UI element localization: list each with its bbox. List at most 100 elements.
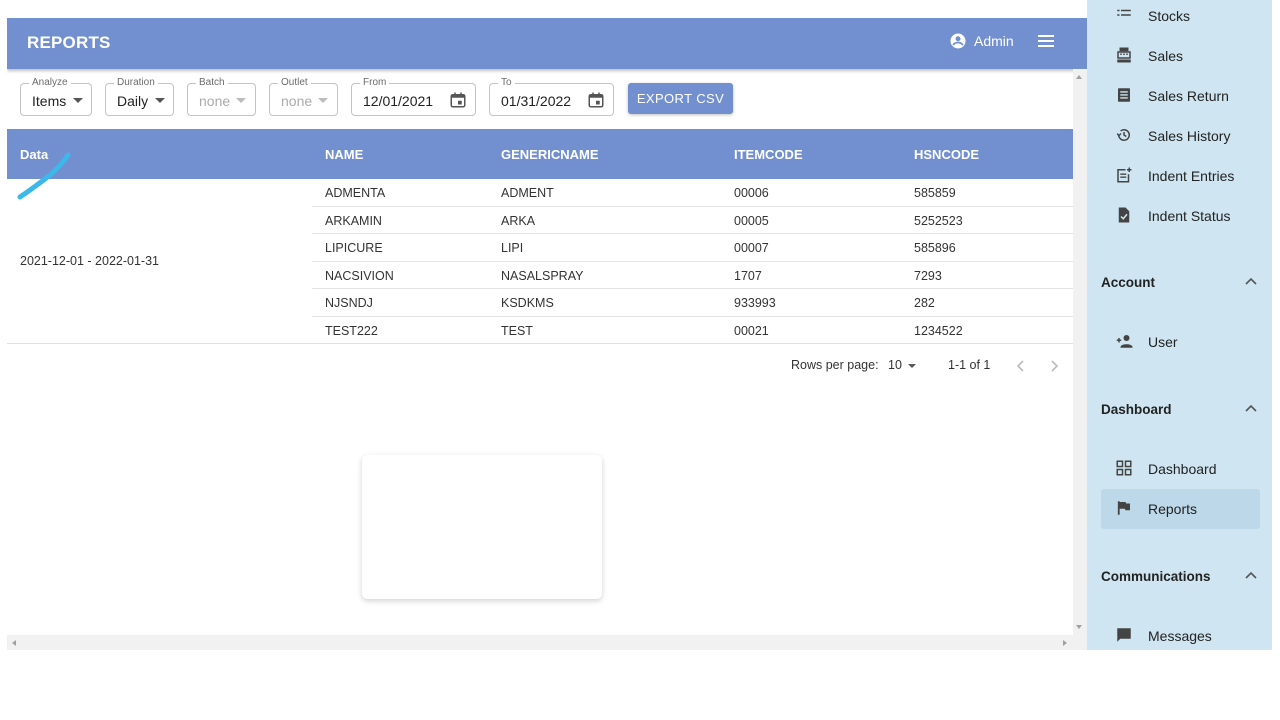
chevron-down-icon	[236, 98, 246, 103]
vertical-scrollbar[interactable]	[1073, 69, 1087, 650]
history-icon	[1116, 128, 1130, 141]
hamburger-menu-icon[interactable]	[1038, 34, 1054, 48]
duration-select[interactable]: Duration Daily	[105, 77, 174, 116]
sidebar-item-label: Sales Return	[1148, 88, 1229, 104]
table-row[interactable]: TEST222 TEST 00021 1234522	[312, 317, 1073, 344]
table-row[interactable]: ADMENTA ADMENT 00006 585859	[312, 179, 1073, 207]
cell-hsncode: 1234522	[914, 323, 963, 338]
sidebar-item-messages[interactable]: Messages	[1087, 616, 1272, 650]
cell-hsncode: 585896	[914, 241, 956, 255]
cell-name: NACSIVION	[325, 268, 394, 283]
column-header-hsncode[interactable]: HSNCODE	[914, 147, 979, 162]
to-value: 01/31/2022	[501, 93, 572, 109]
cell-name: ARKAMIN	[325, 213, 382, 228]
chevron-down-icon	[907, 363, 916, 368]
scroll-left-arrow[interactable]	[12, 640, 16, 646]
chevron-up-icon[interactable]	[1245, 404, 1257, 412]
analyze-label: Analyze	[29, 77, 71, 89]
to-date-field[interactable]: To 01/31/2022	[489, 77, 614, 116]
cell-genericname: NASALSPRAY	[501, 268, 584, 283]
cell-genericname: ADMENT	[501, 186, 554, 200]
list-icon	[1117, 9, 1131, 16]
batch-select[interactable]: Batch none	[187, 77, 256, 116]
cell-name: TEST222	[325, 323, 378, 338]
cell-hsncode: 7293	[914, 268, 942, 283]
sidebar-item-label: Indent Entries	[1148, 168, 1235, 184]
empty-card	[362, 455, 602, 599]
rows-per-page-value: 10	[888, 358, 902, 372]
cell-hsncode: 282	[914, 296, 935, 310]
sidebar-item-label: Stocks	[1148, 8, 1191, 24]
section-title: Communications	[1101, 569, 1211, 584]
sidebar-item-sales-history[interactable]: Sales History	[1087, 116, 1272, 156]
chevron-up-icon[interactable]	[1245, 277, 1257, 285]
column-header-name[interactable]: NAME	[325, 147, 363, 162]
sidebar-section-account[interactable]: Account	[1101, 271, 1261, 295]
file-check-icon	[1118, 207, 1130, 223]
receipt-icon	[1118, 88, 1130, 102]
sidebar-item-sales[interactable]: Sales	[1087, 36, 1272, 76]
cell-genericname: TEST	[501, 323, 533, 338]
export-csv-button[interactable]: EXPORT CSV	[628, 83, 733, 114]
pagination-range: 1-1 of 1	[948, 358, 991, 372]
cell-itemcode: 00021	[734, 323, 769, 338]
sidebar-section-dashboard[interactable]: Dashboard	[1101, 398, 1261, 422]
chevron-down-icon	[318, 98, 328, 103]
sidebar-item-stocks[interactable]: Stocks	[1087, 0, 1272, 36]
calendar-icon[interactable]	[587, 91, 605, 109]
outlet-select[interactable]: Outlet none	[269, 77, 338, 116]
sidebar-item-dashboard[interactable]: Dashboard	[1087, 449, 1272, 489]
rows-per-page-select[interactable]: 10	[888, 358, 916, 372]
grid-icon	[1116, 460, 1132, 476]
cell-itemcode: 1707	[734, 268, 762, 283]
batch-value: none	[199, 93, 231, 109]
cell-itemcode: 00006	[734, 186, 769, 200]
column-header-genericname[interactable]: GENERICNAME	[501, 147, 599, 162]
analyze-select[interactable]: Analyze Items	[20, 77, 92, 116]
sidebar-item-indent-entries[interactable]: Indent Entries	[1087, 156, 1272, 196]
sidebar-section-communications[interactable]: Communications	[1101, 565, 1261, 589]
table-header: Data NAME GENERICNAME ITEMCODE HSNCODE	[7, 129, 1073, 179]
cell-name: ADMENTA	[325, 186, 386, 200]
chevron-right-icon[interactable]	[1049, 360, 1059, 372]
from-date-field[interactable]: From 12/01/2021	[351, 77, 476, 116]
account-circle-icon	[950, 33, 966, 49]
table-row[interactable]: NJSNDJ KSDKMS 933993 282	[312, 289, 1073, 317]
user-menu-button[interactable]: Admin	[949, 32, 1014, 50]
scroll-right-arrow[interactable]	[1063, 640, 1067, 646]
scroll-up-arrow[interactable]	[1076, 75, 1082, 79]
cell-genericname: ARKA	[501, 213, 536, 228]
to-label: To	[498, 77, 515, 89]
column-header-itemcode[interactable]: ITEMCODE	[734, 147, 803, 162]
user-name: Admin	[974, 33, 1014, 49]
duration-label: Duration	[114, 77, 158, 89]
data-range-cell: 2021-12-01 - 2022-01-31	[20, 254, 159, 268]
sidebar-item-label: Dashboard	[1148, 461, 1217, 477]
sidebar-item-user[interactable]: User	[1087, 322, 1272, 362]
table-row[interactable]: NACSIVION NASALSPRAY 1707 7293	[312, 262, 1073, 289]
sidebar-item-reports[interactable]: Reports	[1101, 489, 1260, 529]
sidebar-item-label: Sales History	[1148, 128, 1231, 144]
sidebar-item-label: Reports	[1148, 501, 1198, 517]
chevron-down-icon	[73, 98, 83, 103]
annotation-scribble	[17, 152, 71, 200]
sidebar: Stocks Sales Sales Return Sales History …	[1087, 0, 1272, 650]
sidebar-item-sales-return[interactable]: Sales Return	[1087, 76, 1272, 116]
section-title: Dashboard	[1101, 402, 1172, 417]
table-divider	[7, 343, 1073, 344]
chevron-up-icon[interactable]	[1245, 571, 1257, 579]
outlet-label: Outlet	[278, 77, 311, 89]
app-bar: REPORTS Admin	[7, 18, 1087, 69]
horizontal-scrollbar[interactable]	[7, 635, 1073, 650]
sidebar-item-indent-status[interactable]: Indent Status	[1087, 196, 1272, 236]
page-title: REPORTS	[27, 33, 111, 52]
cell-itemcode: 00005	[734, 213, 769, 228]
table-row[interactable]: LIPICURE LIPI 00007 585896	[312, 234, 1073, 262]
calendar-icon[interactable]	[449, 91, 467, 109]
scroll-down-arrow[interactable]	[1076, 625, 1082, 629]
table-row[interactable]: ARKAMIN ARKA 00005 5252523	[312, 207, 1073, 234]
cell-itemcode: 933993	[734, 296, 776, 310]
batch-label: Batch	[196, 77, 228, 89]
sidebar-item-label: Indent Status	[1148, 208, 1231, 224]
chevron-left-icon[interactable]	[1016, 360, 1026, 372]
